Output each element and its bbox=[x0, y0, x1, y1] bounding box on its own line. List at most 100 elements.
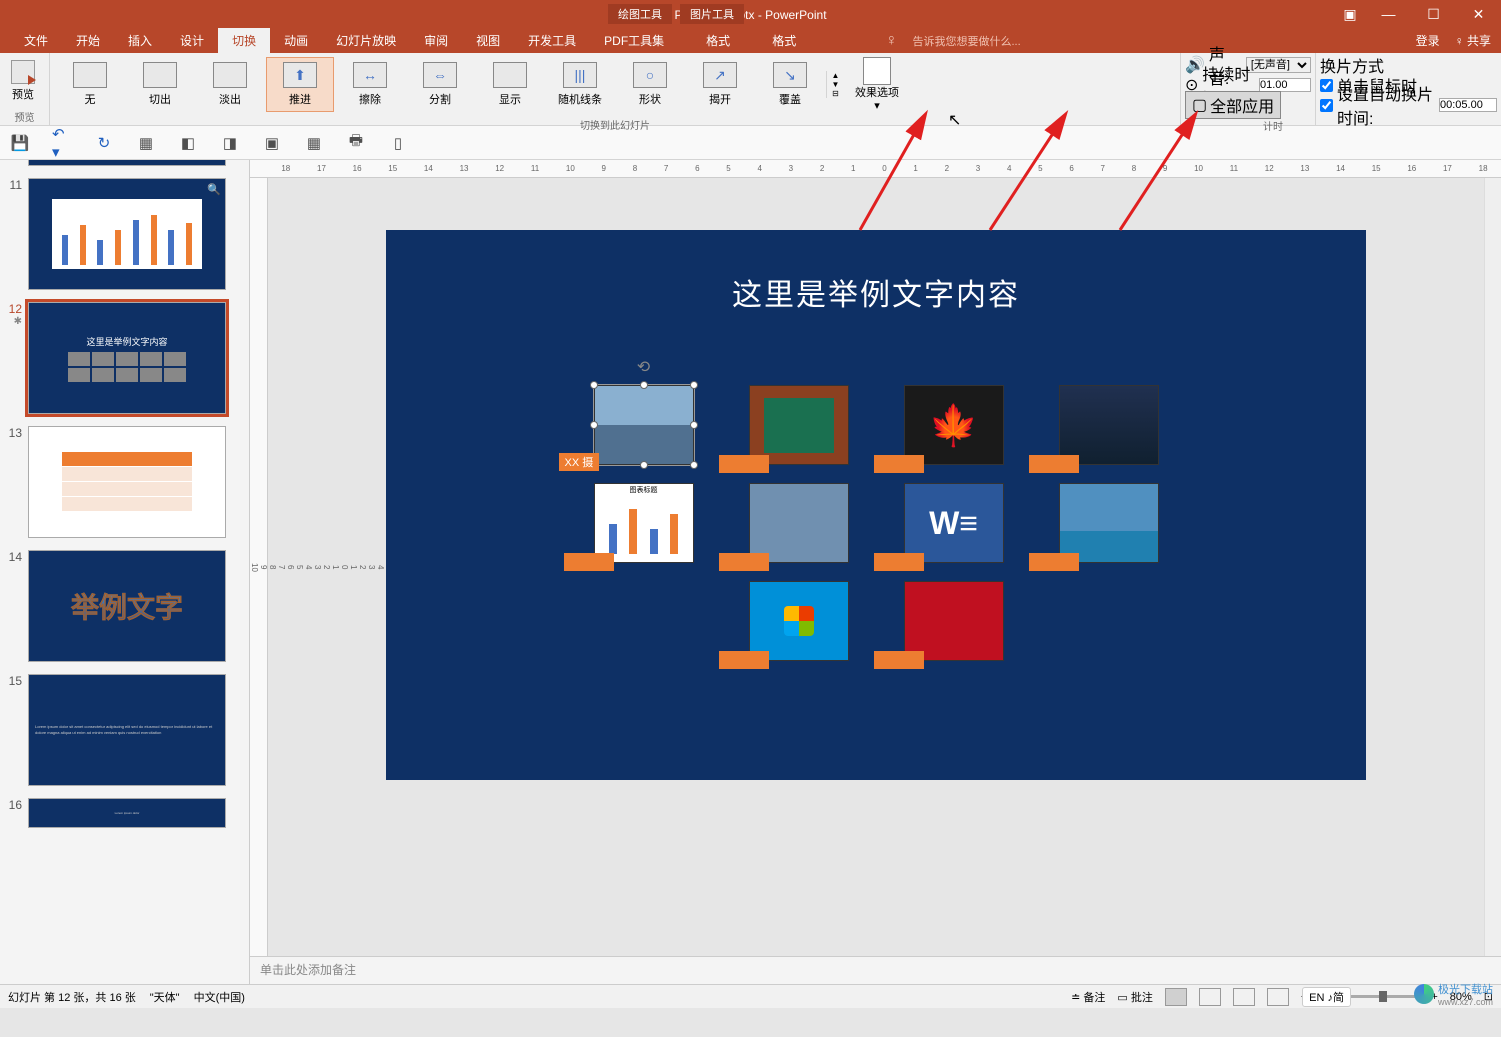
gallery-expand[interactable]: ⊟ bbox=[827, 89, 844, 98]
contextual-tab-drawing[interactable]: 绘图工具 bbox=[608, 4, 672, 24]
qat-icon-print[interactable]: 🖶 bbox=[346, 133, 366, 153]
group-label-transitions: 切换到此幻灯片 bbox=[50, 116, 1180, 133]
qat-icon-4[interactable]: ▣ bbox=[262, 133, 282, 153]
menu-slideshow[interactable]: 幻灯片放映 bbox=[322, 28, 410, 53]
menu-review[interactable]: 审阅 bbox=[410, 28, 462, 53]
transition-push[interactable]: ⬆推进 bbox=[266, 57, 334, 112]
menu-transitions[interactable]: 切换 bbox=[218, 28, 270, 53]
slide-image-8[interactable] bbox=[1059, 483, 1159, 563]
sorter-view-button[interactable] bbox=[1199, 988, 1221, 1006]
auto-after-time[interactable] bbox=[1439, 98, 1497, 112]
slide-thumbnails-panel[interactable]: 11 🔍 12✱ 这里是举例文字内容 13 bbox=[0, 160, 250, 984]
horizontal-ruler[interactable]: 1817161514131211109876543210123456789101… bbox=[250, 160, 1501, 178]
slide-title[interactable]: 这里是举例文字内容 bbox=[386, 230, 1366, 314]
maximize-button[interactable]: ☐ bbox=[1411, 0, 1456, 28]
menu-developer[interactable]: 开发工具 bbox=[514, 28, 590, 53]
rotate-handle-icon[interactable]: ⟲ bbox=[637, 357, 650, 377]
redo-button[interactable]: ↻ bbox=[94, 133, 114, 153]
slide-image-2[interactable] bbox=[749, 385, 849, 465]
qat-icon-7[interactable]: ▯ bbox=[388, 133, 408, 153]
login-link[interactable]: 登录 bbox=[1416, 32, 1440, 49]
notes-toggle[interactable]: ≐ 备注 bbox=[1071, 989, 1105, 1005]
menu-insert[interactable]: 插入 bbox=[114, 28, 166, 53]
transition-none[interactable]: 无 bbox=[56, 57, 124, 112]
menubar: 文件 开始 插入 设计 切换 动画 幻灯片放映 审阅 视图 开发工具 PDF工具… bbox=[0, 28, 1501, 53]
menu-home[interactable]: 开始 bbox=[62, 28, 114, 53]
qat-icon-2[interactable]: ◧ bbox=[178, 133, 198, 153]
menu-file[interactable]: 文件 bbox=[10, 28, 62, 53]
ribbon-display-options[interactable]: ▣ bbox=[1334, 0, 1366, 28]
slide-image-7[interactable]: W≡ bbox=[904, 483, 1004, 563]
save-button[interactable]: 💾 bbox=[10, 133, 30, 153]
slide-image-1-selected[interactable]: ⟲ XX 摄 bbox=[594, 385, 694, 465]
transition-reveal[interactable]: 显示 bbox=[476, 57, 544, 112]
statusbar: 幻灯片 第 12 张，共 16 张 "天体" 中文(中国) ≐ 备注 ▭ 批注 … bbox=[0, 984, 1501, 1008]
qat-icon-5[interactable]: ▦ bbox=[304, 133, 324, 153]
share-button[interactable]: ♀ 共享 bbox=[1455, 32, 1491, 49]
reading-view-button[interactable] bbox=[1233, 988, 1255, 1006]
thumbnail-13[interactable]: 13 bbox=[0, 424, 249, 540]
thumbnail-12[interactable]: 12✱ 这里是举例文字内容 bbox=[0, 300, 249, 416]
transition-wipe[interactable]: ↔擦除 bbox=[336, 57, 404, 112]
undo-button[interactable]: ↶ ▾ bbox=[52, 133, 72, 153]
comments-toggle[interactable]: ▭ 批注 bbox=[1117, 989, 1152, 1005]
qat-icon-1[interactable]: ▦ bbox=[136, 133, 156, 153]
transition-split[interactable]: ⇔分割 bbox=[406, 57, 474, 112]
ribbon: 预览 预览 无 切出 淡出 ⬆推进 ↔擦除 ⇔分割 显示 |||随机线条 ○形状… bbox=[0, 53, 1501, 126]
menu-animations[interactable]: 动画 bbox=[270, 28, 322, 53]
gallery-up[interactable]: ▲ bbox=[827, 71, 844, 80]
slide-counter: 幻灯片 第 12 张，共 16 张 bbox=[8, 989, 136, 1005]
slide-image-3[interactable]: 🍁 bbox=[904, 385, 1004, 465]
slide-image-9[interactable] bbox=[749, 581, 849, 661]
watermark: 极光下载站www.xz7.com bbox=[1414, 981, 1493, 1007]
gallery-down[interactable]: ▼ bbox=[827, 80, 844, 89]
thumbnail-16[interactable]: 16 Lorem ipsum dolor bbox=[0, 796, 249, 830]
watermark-logo-icon bbox=[1414, 984, 1434, 1004]
preview-button[interactable]: 预览 bbox=[4, 60, 42, 102]
slide-canvas[interactable]: 这里是举例文字内容 ⟲ XX 摄 bbox=[268, 178, 1484, 956]
titlebar: PPT教程2.pptx - PowerPoint 绘图工具 图片工具 ▣ — ☐… bbox=[0, 0, 1501, 28]
transition-fade[interactable]: 淡出 bbox=[196, 57, 264, 112]
contextual-tab-picture[interactable]: 图片工具 bbox=[680, 4, 744, 24]
thumbnail-14[interactable]: 14 举例文字 bbox=[0, 548, 249, 664]
auto-after-label: 设置自动换片时间: bbox=[1337, 81, 1435, 129]
slide-image-10[interactable] bbox=[904, 581, 1004, 661]
thumbnail-11[interactable]: 11 🔍 bbox=[0, 176, 249, 292]
minimize-button[interactable]: — bbox=[1366, 0, 1411, 28]
notes-pane[interactable]: 单击此处添加备注 bbox=[250, 956, 1501, 984]
slide[interactable]: 这里是举例文字内容 ⟲ XX 摄 bbox=[386, 230, 1366, 780]
thumbnail-10-partial[interactable] bbox=[0, 164, 249, 168]
thumbnail-15[interactable]: 15 Lorem ipsum dolor sit amet consectetu… bbox=[0, 672, 249, 788]
menu-view[interactable]: 视图 bbox=[462, 28, 514, 53]
apply-to-all-button[interactable]: ▢ 全部应用 bbox=[1185, 91, 1281, 119]
effect-options-button[interactable]: 效果选项▾ bbox=[852, 57, 902, 111]
group-label-timing: 计时 bbox=[1181, 117, 1315, 134]
auto-after-checkbox[interactable] bbox=[1320, 99, 1333, 112]
ime-indicator[interactable]: EN ♪简 bbox=[1302, 987, 1351, 1007]
transition-shape[interactable]: ○形状 bbox=[616, 57, 684, 112]
zoom-icon: 🔍 bbox=[207, 183, 221, 196]
image-caption[interactable]: XX 摄 bbox=[559, 453, 600, 471]
transition-uncover[interactable]: ↗揭开 bbox=[686, 57, 754, 112]
menu-pdf[interactable]: PDF工具集 bbox=[590, 28, 678, 53]
qat-icon-3[interactable]: ◨ bbox=[220, 133, 240, 153]
on-click-checkbox[interactable] bbox=[1320, 79, 1333, 92]
transition-cover[interactable]: ↘覆盖 bbox=[756, 57, 824, 112]
close-button[interactable]: ✕ bbox=[1456, 0, 1501, 28]
duration-input[interactable] bbox=[1259, 78, 1311, 92]
language-indicator[interactable]: 中文(中国) bbox=[194, 989, 245, 1005]
slide-image-5[interactable]: 图表标题 bbox=[594, 483, 694, 563]
tell-me-search[interactable]: 告诉我您想要做什么... bbox=[912, 33, 1020, 49]
slide-image-4[interactable] bbox=[1059, 385, 1159, 465]
menu-format-drawing[interactable]: 格式 bbox=[692, 28, 744, 53]
normal-view-button[interactable] bbox=[1165, 988, 1187, 1006]
transition-cut[interactable]: 切出 bbox=[126, 57, 194, 112]
slideshow-view-button[interactable] bbox=[1267, 988, 1289, 1006]
menu-format-picture[interactable]: 格式 bbox=[758, 28, 810, 53]
vertical-ruler[interactable]: 10987654321012345678910 bbox=[250, 178, 268, 956]
menu-design[interactable]: 设计 bbox=[166, 28, 218, 53]
vertical-scrollbar[interactable] bbox=[1484, 178, 1501, 956]
sound-select[interactable]: [无声音] bbox=[1246, 57, 1311, 73]
transition-random-bars[interactable]: |||随机线条 bbox=[546, 57, 614, 112]
slide-image-6[interactable] bbox=[749, 483, 849, 563]
